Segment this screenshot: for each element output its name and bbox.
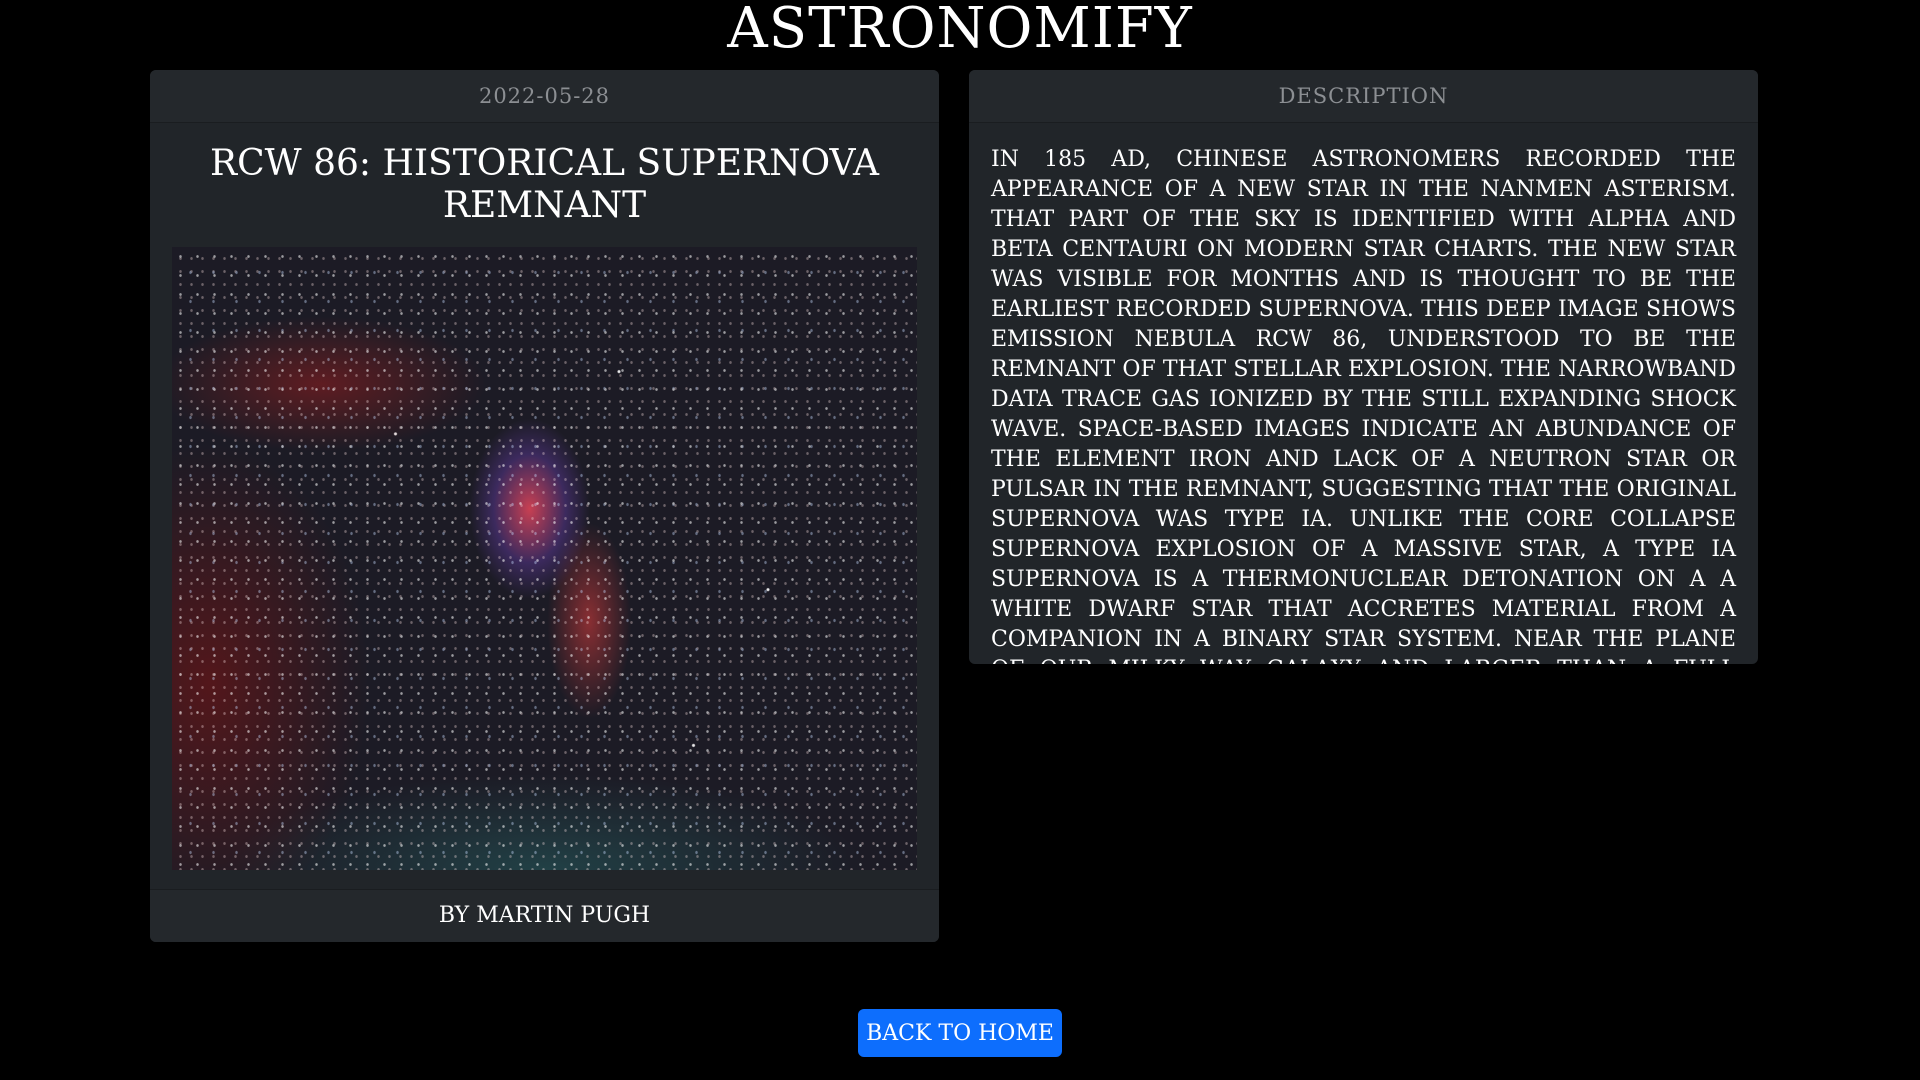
apod-credit: BY MARTIN PUGH xyxy=(150,889,939,942)
starfield xyxy=(172,247,917,870)
apod-date: 2022-05-28 xyxy=(150,70,939,123)
apod-title: RCW 86: HISTORICAL SUPERNOVA REMNANT xyxy=(209,143,880,226)
apod-card: 2022-05-28 RCW 86: HISTORICAL SUPERNOVA … xyxy=(150,70,939,942)
description-text[interactable]: In 185 AD, Chinese astronomers recorded … xyxy=(969,123,1758,664)
app-title: ASTRONOMIFY xyxy=(727,0,1193,61)
apod-image xyxy=(172,247,917,870)
back-to-home-button[interactable]: BACK TO HOME xyxy=(858,1009,1062,1057)
description-card: DESCRIPTION In 185 AD, Chinese astronome… xyxy=(969,70,1758,664)
description-header: DESCRIPTION xyxy=(969,70,1758,123)
